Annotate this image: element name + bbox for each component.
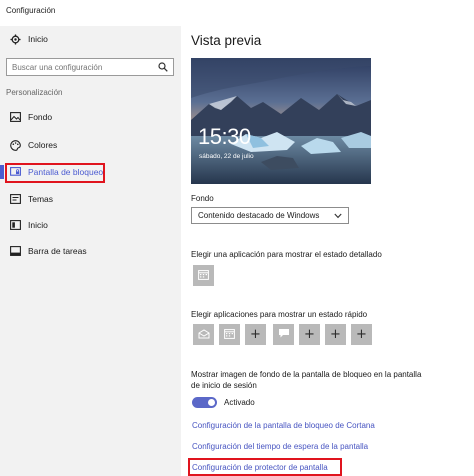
taskbar-icon xyxy=(9,245,21,257)
start-menu-icon xyxy=(9,219,21,231)
toggle-knob xyxy=(208,399,215,406)
sidebar-item-label: Inicio xyxy=(28,220,48,230)
highlight-box xyxy=(188,458,342,476)
sidebar-item-temas[interactable]: Temas xyxy=(0,188,181,210)
highlight-box xyxy=(5,163,105,183)
signin-background-label-line1: Mostrar imagen de fondo de la pantalla d… xyxy=(191,370,422,379)
quick-status-slot-chat[interactable] xyxy=(273,324,294,345)
calendar-icon xyxy=(224,328,235,341)
search-input[interactable] xyxy=(7,59,147,75)
quick-status-slot-add[interactable]: + xyxy=(299,324,320,345)
sidebar-item-home[interactable]: Inicio xyxy=(0,28,181,50)
detailed-status-app-button[interactable] xyxy=(193,265,214,286)
brush-icon xyxy=(9,193,21,205)
sidebar-item-inicio[interactable]: Inicio xyxy=(0,214,181,236)
sidebar-item-label: Fondo xyxy=(28,112,53,122)
page-title: Vista previa xyxy=(191,33,262,48)
screen-timeout-settings-link[interactable]: Configuración del tiempo de espera de la… xyxy=(192,442,368,451)
mail-icon xyxy=(198,328,210,341)
search-icon[interactable] xyxy=(158,62,168,74)
preview-date: sábado, 22 de julio xyxy=(199,153,254,160)
plus-icon: + xyxy=(250,327,261,342)
detailed-status-label: Elegir una aplicación para mostrar el es… xyxy=(191,250,382,259)
background-dropdown-value: Contenido destacado de Windows xyxy=(198,211,320,220)
sidebar-item-label: Barra de tareas xyxy=(28,246,87,256)
toggle-state-label: Activado xyxy=(224,398,255,407)
preview-image xyxy=(191,58,371,184)
quick-status-slot-calendar[interactable] xyxy=(219,324,240,345)
gear-icon xyxy=(9,33,21,45)
plus-icon: + xyxy=(304,327,315,342)
quick-status-slot-add[interactable]: + xyxy=(245,324,266,345)
image-icon xyxy=(9,111,21,123)
quick-status-slot-add[interactable]: + xyxy=(325,324,346,345)
background-label: Fondo xyxy=(191,194,214,203)
sidebar-item-barra-de-tareas[interactable]: Barra de tareas xyxy=(0,240,181,262)
preview-time: 15:30 xyxy=(198,124,251,149)
sidebar: Inicio Personalización Fondo Colores Pan… xyxy=(0,26,181,476)
background-dropdown[interactable]: Contenido destacado de Windows xyxy=(191,207,349,224)
plus-icon: + xyxy=(330,327,341,342)
sidebar-item-fondo[interactable]: Fondo xyxy=(0,106,181,128)
quick-status-slot-add[interactable]: + xyxy=(351,324,372,345)
sidebar-item-label: Temas xyxy=(28,194,54,204)
quick-status-slot-mail[interactable] xyxy=(193,324,214,345)
palette-icon xyxy=(9,139,21,151)
chevron-down-icon xyxy=(334,212,342,221)
sidebar-item-label: Inicio xyxy=(28,34,48,44)
signin-background-label-line2: de inicio de sesión xyxy=(191,381,257,390)
sidebar-item-colores[interactable]: Colores xyxy=(0,134,181,156)
calendar-icon xyxy=(198,269,209,282)
search-box[interactable] xyxy=(6,58,174,76)
cortana-lock-settings-link[interactable]: Configuración de la pantalla de bloqueo … xyxy=(192,421,375,430)
quick-status-label: Elegir aplicaciones para mostrar un esta… xyxy=(191,310,368,319)
signin-background-toggle[interactable] xyxy=(192,397,217,408)
plus-icon: + xyxy=(356,327,367,342)
section-title: Personalización xyxy=(6,88,63,97)
window-title: Configuración xyxy=(6,6,56,15)
sidebar-item-label: Colores xyxy=(28,140,58,150)
chat-icon xyxy=(278,328,290,341)
lock-screen-preview: 15:30 sábado, 22 de julio xyxy=(191,58,371,184)
